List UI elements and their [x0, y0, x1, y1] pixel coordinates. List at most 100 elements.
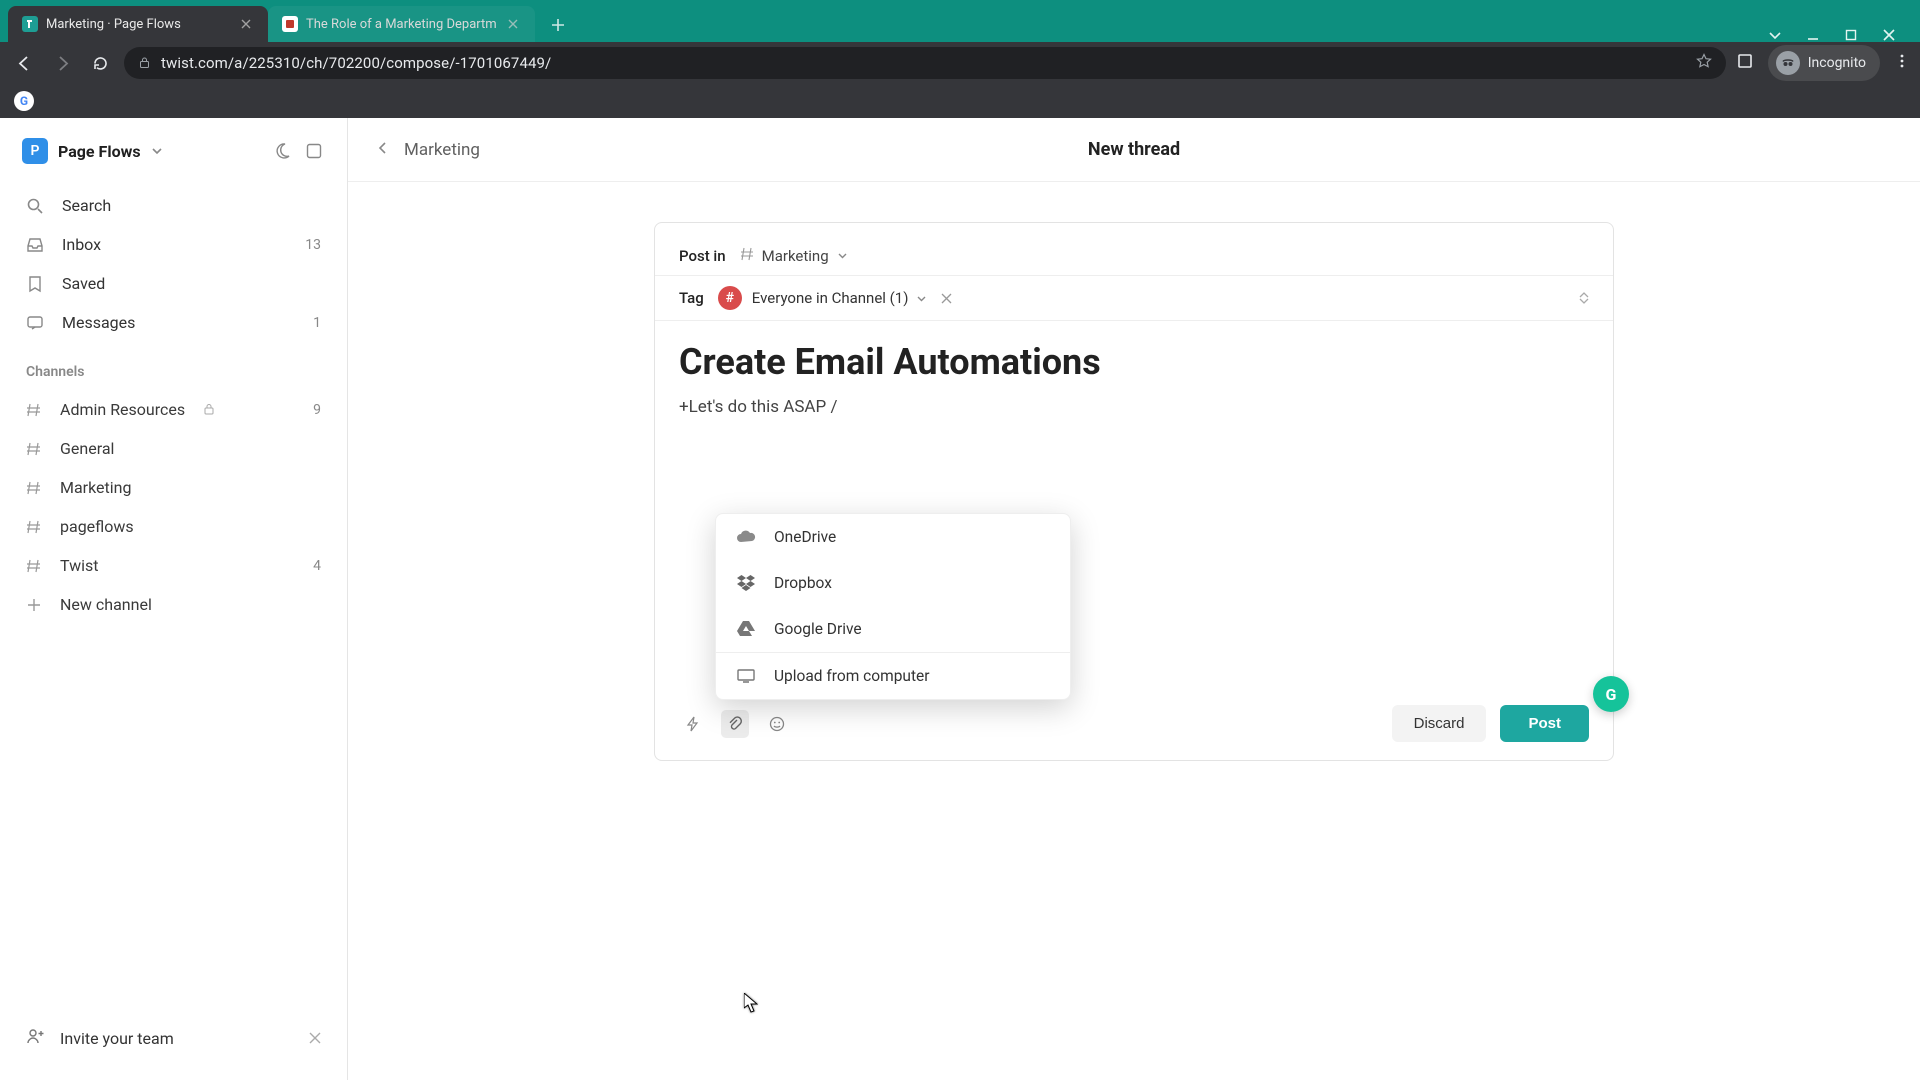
- lock-icon: [138, 54, 151, 73]
- sidebar-item-messages[interactable]: Messages 1: [8, 303, 339, 342]
- checkbox-icon[interactable]: [303, 140, 325, 162]
- channel-marketing[interactable]: Marketing: [0, 468, 347, 507]
- channel-admin-resources[interactable]: Admin Resources 9: [0, 390, 347, 429]
- channel-selector[interactable]: Marketing: [740, 247, 848, 265]
- hash-icon: [26, 402, 44, 418]
- menu-icon[interactable]: [1894, 53, 1910, 73]
- hash-icon: [26, 441, 44, 457]
- compose-card: Post in Marketing Tag # Everyone in Chan…: [654, 222, 1614, 761]
- chevron-down-icon: [837, 247, 848, 265]
- search-icon: [26, 197, 46, 215]
- bookmark-bar: G: [0, 84, 1920, 118]
- sidebar-item-saved[interactable]: Saved: [8, 264, 339, 303]
- back-breadcrumb[interactable]: Marketing: [376, 140, 480, 160]
- lock-icon: [203, 400, 215, 419]
- plus-icon: [26, 597, 44, 613]
- invite-team-button[interactable]: Invite your team: [0, 1008, 347, 1080]
- workspace-switcher[interactable]: P Page Flows: [0, 138, 347, 178]
- close-icon[interactable]: [941, 289, 952, 308]
- close-icon[interactable]: [309, 1029, 321, 1048]
- channel-twist[interactable]: Twist 4: [0, 546, 347, 585]
- close-icon[interactable]: [505, 16, 521, 32]
- discard-button[interactable]: Discard: [1392, 705, 1487, 742]
- main-header: Marketing New thread: [348, 118, 1920, 182]
- thread-title-input[interactable]: Create Email Automations: [655, 321, 1613, 391]
- new-tab-button[interactable]: [541, 8, 575, 42]
- google-bookmark-icon[interactable]: G: [14, 91, 34, 111]
- attach-upload-computer[interactable]: Upload from computer: [716, 653, 1070, 699]
- new-channel-button[interactable]: New channel: [0, 585, 347, 624]
- channel-name: pageflows: [60, 517, 134, 536]
- sidebar-item-label: Search: [62, 196, 111, 215]
- attachment-icon[interactable]: [721, 710, 749, 738]
- grammarly-badge[interactable]: G: [1593, 676, 1629, 712]
- close-icon[interactable]: [238, 16, 254, 32]
- breadcrumb-label: Marketing: [404, 140, 480, 160]
- chevron-down-icon[interactable]: [1768, 28, 1782, 42]
- twist-favicon: [22, 16, 38, 32]
- channel-general[interactable]: General: [0, 429, 347, 468]
- sidebar-item-label: Saved: [62, 274, 105, 293]
- sidebar-item-inbox[interactable]: Inbox 13: [8, 225, 339, 264]
- url-text: twist.com/a/225310/ch/702200/compose/-17…: [161, 54, 551, 72]
- count-badge: 9: [313, 402, 321, 418]
- messages-icon: [26, 314, 46, 332]
- incognito-label: Incognito: [1808, 55, 1866, 71]
- tag-text: Everyone in Channel (1): [752, 289, 909, 307]
- attach-onedrive[interactable]: OneDrive: [716, 514, 1070, 560]
- invite-label: Invite your team: [60, 1029, 174, 1048]
- incognito-icon: [1776, 51, 1800, 75]
- incognito-indicator[interactable]: Incognito: [1768, 45, 1880, 81]
- channel-name: General: [60, 439, 114, 458]
- tag-chip[interactable]: # Everyone in Channel (1): [718, 286, 953, 310]
- window-maximize-icon[interactable]: [1844, 28, 1858, 42]
- attach-menu-label: Upload from computer: [774, 667, 929, 685]
- forward-button[interactable]: [48, 49, 76, 77]
- browser-toolbar: twist.com/a/225310/ch/702200/compose/-17…: [0, 42, 1920, 84]
- post-in-label: Post in: [679, 247, 726, 265]
- onedrive-icon: [736, 527, 756, 547]
- star-icon[interactable]: [1696, 53, 1712, 73]
- back-button[interactable]: [10, 49, 38, 77]
- attach-google-drive[interactable]: Google Drive: [716, 606, 1070, 652]
- sidebar-item-label: Messages: [62, 313, 135, 332]
- moon-icon[interactable]: [271, 140, 293, 162]
- browser-tab[interactable]: The Role of a Marketing Departm: [268, 6, 535, 42]
- chevron-left-icon: [376, 140, 390, 160]
- chevron-down-icon: [151, 142, 163, 161]
- sidebar-item-search[interactable]: Search: [8, 186, 339, 225]
- count-badge: 1: [313, 315, 321, 331]
- window-controls: [1752, 28, 1912, 42]
- attach-dropbox[interactable]: Dropbox: [716, 560, 1070, 606]
- channel-pageflows[interactable]: pageflows: [0, 507, 347, 546]
- extensions-icon[interactable]: [1736, 52, 1754, 74]
- sidebar-item-label: Inbox: [62, 235, 101, 254]
- attach-menu-label: OneDrive: [774, 528, 836, 546]
- workspace-name: Page Flows: [58, 142, 141, 161]
- browser-tab-active[interactable]: Marketing · Page Flows: [8, 6, 268, 42]
- channel-name: Marketing: [762, 247, 829, 265]
- emoji-icon[interactable]: [763, 710, 791, 738]
- dropbox-icon: [736, 573, 756, 593]
- sort-toggle[interactable]: [1579, 291, 1589, 305]
- tag-label: Tag: [679, 289, 704, 307]
- tag-badge-icon: #: [718, 286, 742, 310]
- hash-icon: [26, 519, 44, 535]
- reload-button[interactable]: [86, 49, 114, 77]
- new-channel-label: New channel: [60, 595, 152, 614]
- window-minimize-icon[interactable]: [1806, 28, 1820, 42]
- attach-menu: OneDrive Dropbox Google Drive Upload fro…: [715, 513, 1071, 700]
- google-drive-icon: [736, 619, 756, 639]
- channel-name: Marketing: [60, 478, 131, 497]
- hash-icon: [26, 480, 44, 496]
- sidebar: P Page Flows Search Inbox 13 Saved: [0, 118, 348, 1080]
- lightning-icon[interactable]: [679, 710, 707, 738]
- attach-menu-label: Google Drive: [774, 620, 862, 638]
- main-content: Marketing New thread Post in Marketing T…: [348, 118, 1920, 1080]
- count-badge: 4: [313, 558, 321, 574]
- address-bar[interactable]: twist.com/a/225310/ch/702200/compose/-17…: [124, 47, 1726, 79]
- site-favicon: [282, 16, 298, 32]
- window-close-icon[interactable]: [1882, 28, 1896, 42]
- tab-title: Marketing · Page Flows: [46, 17, 230, 32]
- post-button[interactable]: Post: [1500, 705, 1589, 742]
